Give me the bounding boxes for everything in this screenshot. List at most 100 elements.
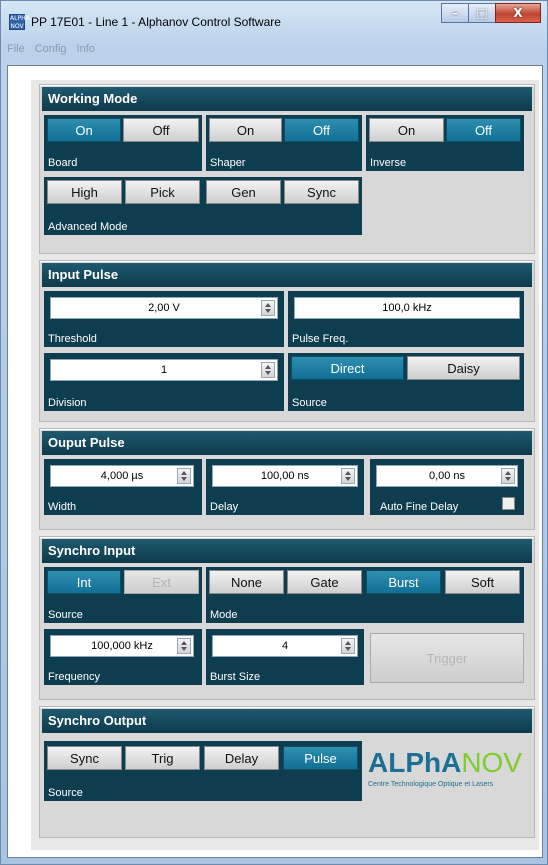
source-direct-button[interactable]: Direct: [291, 356, 404, 380]
division-block: 1 Division: [44, 353, 284, 411]
frequency-spinner-icon[interactable]: [177, 638, 191, 654]
sync-source-ext-button[interactable]: Ext: [124, 570, 199, 594]
logo-nov: NOV: [461, 747, 523, 778]
pulse-freq-block: 100,0 kHz Pulse Freq.: [288, 291, 524, 347]
output-pulse-group: Ouput Pulse 4,000 µs Width 100,00 ns Del…: [39, 428, 535, 530]
menu-file[interactable]: File: [7, 43, 25, 61]
advanced-sync-button[interactable]: Sync: [284, 180, 359, 204]
inverse-on-button[interactable]: On: [369, 118, 444, 142]
threshold-value: 2,00 V: [148, 302, 180, 314]
division-label: Division: [48, 397, 87, 409]
synchro-output-group: Synchro Output Sync Trig Delay Pulse Sou…: [39, 706, 535, 838]
burst-size-spinner-icon[interactable]: [341, 638, 355, 654]
logo-alpha: ALPhA: [368, 747, 462, 778]
inverse-block: On Off Inverse: [366, 115, 524, 171]
sync-mode-label: Mode: [210, 609, 238, 621]
input-pulse-group: Input Pulse 2,00 V Threshold 100,0 kHz P…: [39, 260, 535, 422]
board-label: Board: [48, 157, 78, 169]
mode-none-button[interactable]: None: [209, 570, 284, 594]
delay-label: Delay: [210, 501, 239, 513]
synchro-output-title: Synchro Output: [42, 709, 532, 733]
width-input[interactable]: 4,000 µs: [50, 465, 194, 487]
app-window: ALPHA NOV PP 17E01 - Line 1 - Alphanov C…: [0, 0, 548, 865]
source-daisy-button[interactable]: Daisy: [407, 356, 520, 380]
burst-size-label: Burst Size: [210, 671, 261, 683]
mode-burst-button[interactable]: Burst: [366, 570, 441, 594]
burst-size-input[interactable]: 4: [212, 635, 358, 657]
output-trig-button[interactable]: Trig: [125, 746, 200, 770]
working-mode-group: Working Mode On Off Board On Off Shaper …: [39, 84, 535, 254]
inverse-label: Inverse: [370, 157, 407, 169]
frequency-block: 100,000 kHz Frequency: [44, 629, 202, 685]
menu-info[interactable]: Info: [77, 43, 95, 61]
delay-spinner-icon[interactable]: [341, 468, 355, 484]
fine-delay-block: 0,00 ns Auto Fine Delay: [370, 459, 524, 515]
shaper-off-button[interactable]: Off: [284, 118, 359, 142]
client-area: Working Mode On Off Board On Off Shaper …: [7, 65, 543, 858]
width-label: Width: [48, 501, 77, 513]
division-value: 1: [160, 364, 168, 376]
close-button[interactable]: X: [495, 3, 541, 23]
advanced-mode-block: High Pick Gen Sync Advanced Mode: [44, 177, 362, 235]
advanced-high-button[interactable]: High: [47, 180, 122, 204]
trigger-button[interactable]: Trigger: [370, 633, 524, 683]
board-block: On Off Board: [44, 115, 202, 171]
output-pulse-title: Ouput Pulse: [42, 431, 532, 455]
app-icon: ALPHA NOV: [9, 14, 30, 30]
mode-gate-button[interactable]: Gate: [287, 570, 362, 594]
shaper-label: Shaper: [210, 157, 246, 169]
division-spinner-icon[interactable]: [261, 362, 275, 378]
minimize-icon: –: [452, 6, 458, 20]
burst-size-value: 4: [281, 640, 289, 652]
pulse-freq-value: 100,0 kHz: [382, 302, 432, 314]
advanced-mode-label: Advanced Mode: [48, 221, 128, 233]
delay-value: 100,00 ns: [260, 470, 310, 482]
logo-tagline: Centre Technologique Optique et Lasers: [368, 781, 494, 788]
threshold-input[interactable]: 2,00 V: [50, 297, 278, 319]
working-mode-title: Working Mode: [42, 87, 532, 111]
width-block: 4,000 µs Width: [44, 459, 202, 515]
sync-source-int-button[interactable]: Int: [47, 570, 121, 594]
shaper-on-button[interactable]: On: [209, 118, 282, 142]
mode-soft-button[interactable]: Soft: [445, 570, 520, 594]
input-source-label: Source: [292, 397, 327, 409]
frequency-value: 100,000 kHz: [91, 640, 153, 652]
output-sync-button[interactable]: Sync: [47, 746, 122, 770]
sync-source-block: Int Ext Source: [44, 567, 202, 623]
pulse-freq-label: Pulse Freq.: [292, 333, 349, 345]
frequency-input[interactable]: 100,000 kHz: [50, 635, 194, 657]
sync-output-source-label: Source: [48, 787, 83, 799]
delay-input[interactable]: 100,00 ns: [212, 465, 358, 487]
title-bar[interactable]: ALPHA NOV PP 17E01 - Line 1 - Alphanov C…: [1, 1, 547, 43]
sync-source-label: Source: [48, 609, 83, 621]
output-pulse-button[interactable]: Pulse: [283, 746, 358, 770]
division-input[interactable]: 1: [50, 359, 278, 381]
close-icon: X: [513, 6, 523, 20]
fine-delay-spinner-icon[interactable]: [501, 468, 515, 484]
sync-mode-block: None Gate Burst Soft Mode: [206, 567, 524, 623]
window-title: PP 17E01 - Line 1 - Alphanov Control Sof…: [31, 15, 281, 29]
maximize-button[interactable]: □: [468, 3, 496, 23]
menu-config[interactable]: Config: [35, 43, 67, 61]
input-pulse-title: Input Pulse: [42, 263, 532, 287]
output-delay-button[interactable]: Delay: [204, 746, 279, 770]
minimize-button[interactable]: –: [441, 3, 469, 23]
inverse-off-button[interactable]: Off: [446, 118, 521, 142]
board-on-button[interactable]: On: [47, 118, 121, 142]
fine-delay-input[interactable]: 0,00 ns: [376, 465, 518, 487]
delay-block: 100,00 ns Delay: [206, 459, 364, 515]
pulse-freq-field: 100,0 kHz: [294, 297, 520, 319]
advanced-gen-button[interactable]: Gen: [206, 180, 281, 204]
alphanov-logo: ALPhANOV Centre Technologique Optique et…: [368, 747, 522, 788]
width-spinner-icon[interactable]: [177, 468, 191, 484]
auto-fine-delay-checkbox[interactable]: [502, 497, 515, 510]
advanced-pick-button[interactable]: Pick: [125, 180, 200, 204]
shaper-block: On Off Shaper: [206, 115, 362, 171]
fine-delay-value: 0,00 ns: [428, 470, 466, 482]
panel-container: Working Mode On Off Board On Off Shaper …: [31, 80, 539, 850]
menu-bar: File Config Info: [7, 43, 105, 61]
burst-size-block: 4 Burst Size: [206, 629, 364, 685]
board-off-button[interactable]: Off: [123, 118, 199, 142]
threshold-spinner-icon[interactable]: [261, 300, 275, 316]
sync-output-source-block: Sync Trig Delay Pulse Source: [44, 741, 362, 801]
